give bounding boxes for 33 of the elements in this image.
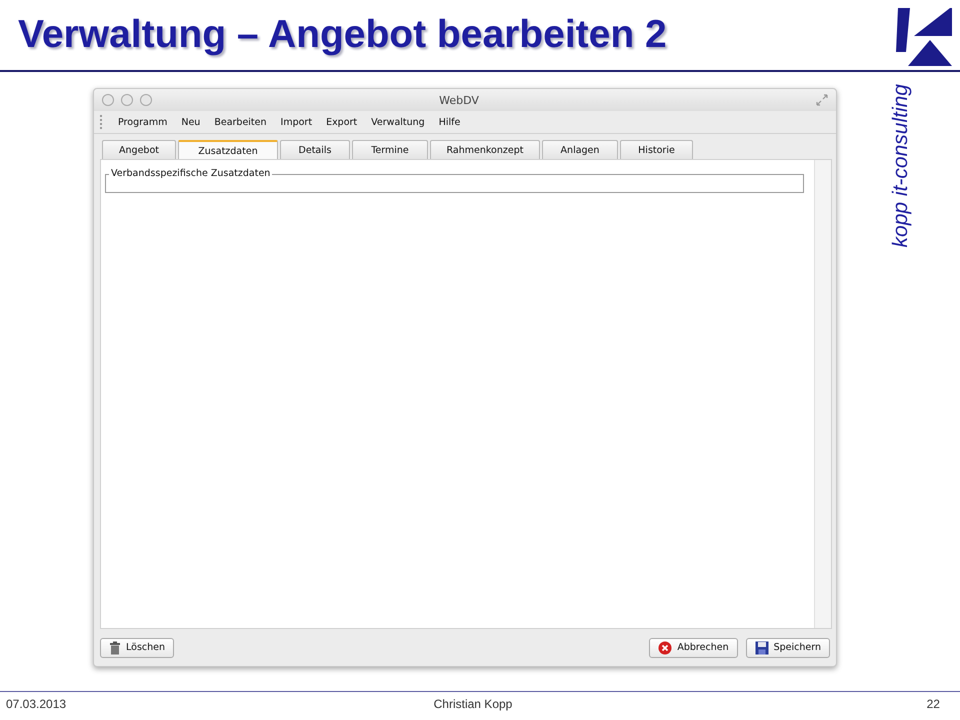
- tab[interactable]: Anlagen: [542, 140, 618, 159]
- menu-item[interactable]: Hilfe: [438, 116, 460, 128]
- slide-author: Christian Kopp: [432, 697, 514, 711]
- brand-text: kopp it-consulting: [888, 84, 912, 248]
- zoom-icon[interactable]: [140, 94, 152, 106]
- save-button[interactable]: Speichern: [746, 638, 830, 658]
- menu-item[interactable]: Bearbeiten: [214, 116, 267, 128]
- minimize-icon[interactable]: [121, 94, 133, 106]
- logo-icon: [894, 6, 954, 68]
- menu-item[interactable]: Import: [280, 116, 312, 128]
- menu-item[interactable]: Export: [326, 116, 358, 128]
- tab[interactable]: Rahmenkonzept: [430, 140, 540, 159]
- trash-icon: [109, 640, 121, 654]
- fullscreen-icon[interactable]: [816, 94, 828, 106]
- menu-item[interactable]: Verwaltung: [371, 116, 425, 128]
- close-icon[interactable]: [102, 94, 114, 106]
- group-legend: Verbandsspezifische Zusatzdaten: [109, 168, 272, 179]
- slide-title: Verwaltung – Angebot bearbeiten 2: [18, 13, 668, 57]
- cancel-button[interactable]: Abbrechen: [649, 638, 738, 658]
- tab[interactable]: Angebot: [102, 140, 176, 159]
- page-number: 22: [926, 697, 941, 711]
- scrollbar[interactable]: [814, 160, 831, 628]
- tab[interactable]: Zusatzdaten: [178, 140, 278, 159]
- tab[interactable]: Termine: [352, 140, 428, 159]
- menu-item[interactable]: Neu: [181, 116, 200, 128]
- window-title: WebDV: [438, 94, 480, 106]
- slide-date: 07.03.2013: [6, 697, 68, 711]
- tab[interactable]: Historie: [620, 140, 693, 159]
- menu-item[interactable]: Programm: [118, 116, 168, 128]
- delete-button[interactable]: Löschen: [100, 638, 174, 658]
- tab[interactable]: Details: [280, 140, 350, 159]
- cancel-icon: [658, 640, 672, 654]
- grip-handle[interactable]: [100, 115, 104, 129]
